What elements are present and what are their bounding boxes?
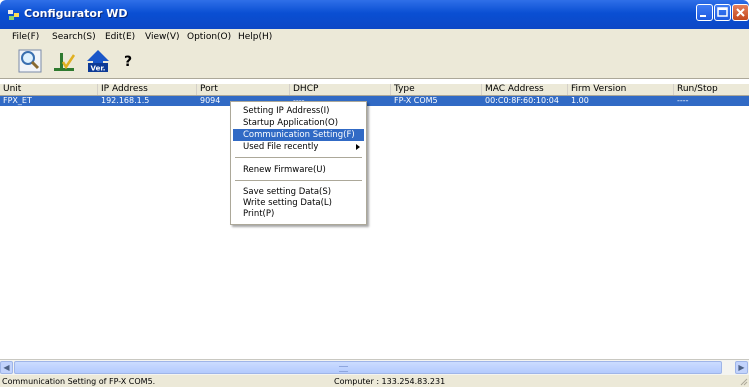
scroll-thumb[interactable] [14,361,722,374]
version-label: Ver. [91,65,106,73]
col-header-dhcp[interactable]: DHCP [290,84,391,95]
version-up-button[interactable]: Ver. [86,49,110,73]
table-row[interactable]: FPX_ET 192.168.1.5 9094 ---- FP-X COM5 0… [0,96,749,106]
minimize-button[interactable] [696,4,713,21]
window-title: Configurator WD [24,7,128,20]
help-label: ? [124,54,132,70]
ctx-used-file-label: Used File recently [243,142,319,152]
title-bar[interactable]: Configurator WD [0,0,749,29]
status-computer: Computer : 133.254.83.231 [334,377,446,386]
maximize-button[interactable] [714,4,731,21]
menu-view[interactable]: View(V) [145,31,180,43]
minimize-icon [700,15,706,17]
cell-type: FP-X COM5 [394,96,438,105]
col-header-port[interactable]: Port [197,84,290,95]
resize-grip-icon[interactable] [738,376,748,386]
ctx-communication-setting[interactable]: Communication Setting(F) [233,129,364,141]
cell-firm: 1.00 [571,96,589,105]
col-header-mac[interactable]: MAC Address [482,84,568,95]
cell-unit: FPX_ET [3,96,32,105]
cell-port: 9094 [200,96,221,105]
toolbar: Ver. ? [0,45,749,79]
close-button[interactable] [732,4,749,21]
status-message: Communication Setting of FP-X COM5. [2,377,156,386]
menu-bar: File(F) Search(S) Edit(E) View(V) Option… [0,29,749,45]
col-header-firm[interactable]: Firm Version [568,84,674,95]
version-up-arrow-icon: Ver. [87,50,109,73]
col-header-unit[interactable]: Unit [0,84,98,95]
scroll-left-button[interactable]: ◀ [0,361,13,374]
menu-file[interactable]: File(F) [12,31,39,43]
check-edit-icon [54,53,76,71]
close-icon [736,8,745,17]
menu-search[interactable]: Search(S) [52,31,96,43]
ctx-used-file-recently[interactable]: Used File recently [233,141,364,153]
ctx-renew-firmware[interactable]: Renew Firmware(U) [233,164,364,176]
help-button[interactable]: ? [116,49,140,73]
app-icon [8,10,19,20]
ctx-separator [235,157,362,158]
scroll-grip-icon [339,366,348,372]
ctx-print[interactable]: Print(P) [233,208,364,220]
help-question-icon: ? [124,54,132,70]
list-header: Unit IP Address Port DHCP Type MAC Addre… [0,84,749,96]
edit-setting-button[interactable] [52,49,76,73]
menu-help[interactable]: Help(H) [238,31,272,43]
ctx-startup-application[interactable]: Startup Application(O) [233,117,364,129]
ctx-setting-ip[interactable]: Setting IP Address(I) [233,105,364,117]
cell-ip: 192.168.1.5 [101,96,150,105]
ctx-separator [235,180,362,181]
scroll-right-button[interactable]: ▶ [735,361,748,374]
col-header-ip[interactable]: IP Address [98,84,197,95]
search-button[interactable] [18,49,42,73]
search-magnifier-icon [18,49,42,73]
menu-option[interactable]: Option(O) [187,31,231,43]
cell-mac: 00:C0:8F:60:10:04 [485,96,559,105]
context-menu: Setting IP Address(I) Startup Applicatio… [230,101,367,225]
menu-edit[interactable]: Edit(E) [105,31,135,43]
status-bar: Communication Setting of FP-X COM5. Comp… [0,375,749,387]
cell-runstop: ---- [677,96,689,105]
submenu-arrow-icon [356,144,360,150]
col-header-type[interactable]: Type [391,84,482,95]
maximize-icon [717,7,728,17]
col-header-runstop[interactable]: Run/Stop [674,84,749,95]
horizontal-scrollbar[interactable]: ◀ ▶ [0,359,749,375]
